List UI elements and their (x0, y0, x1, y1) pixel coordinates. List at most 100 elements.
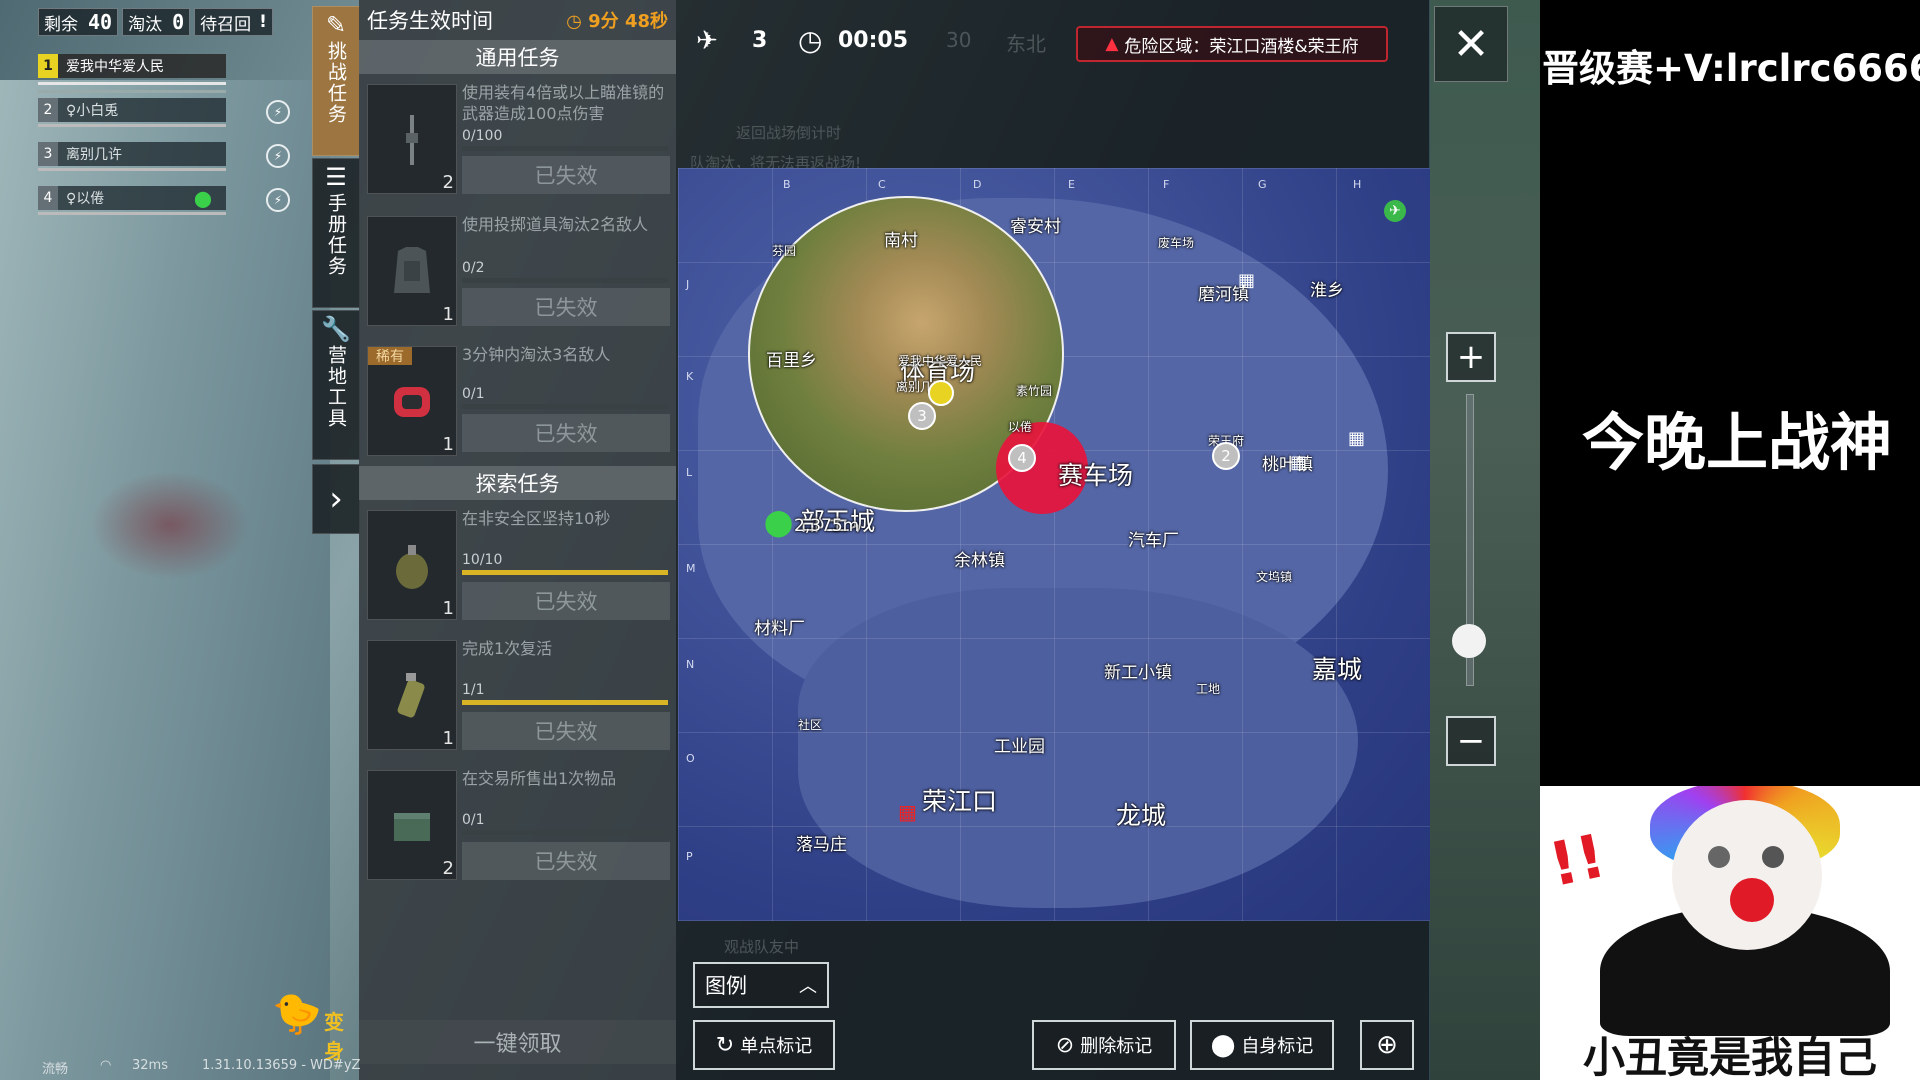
recall-label: 待召回 (200, 14, 252, 35)
zoom-slider-handle[interactable] (1452, 623, 1486, 658)
danger-zone-banner: ▲ 危险区域：荣江口酒楼&荣王府 (1076, 26, 1388, 62)
edit-icon: ✎ (325, 11, 347, 39)
teammate-marker: 2 (1212, 442, 1240, 470)
refresh-icon: ↻ (715, 1032, 735, 1058)
map-place-label: 荣江口 (922, 787, 998, 816)
delete-mark-button[interactable]: ⊘ 删除标记 (1032, 1020, 1176, 1070)
transform-button[interactable]: 🐤 变身 (272, 986, 362, 1063)
map-col-label: E (1068, 178, 1075, 191)
plane-count: 3 (752, 28, 768, 53)
zoom-out-button[interactable]: − (1446, 716, 1496, 766)
claim-all-button[interactable]: 一键领取 (359, 1020, 676, 1064)
remaining-label: 剩余 (44, 14, 78, 35)
mission-progress-bar (462, 278, 668, 283)
rare-badge: 稀有 (368, 347, 412, 365)
remaining-count: 40 (88, 10, 113, 34)
single-mark-button[interactable]: ↻ 单点标记 (693, 1020, 835, 1070)
general-missions-header: 通用任务 (359, 40, 676, 74)
map-place-label: 工业园 (994, 737, 1045, 757)
lightning-icon[interactable]: ⚡ (266, 144, 290, 168)
mission-progress: 0/1 (462, 812, 485, 828)
map-row-label: M (686, 562, 696, 575)
map-place-label: 淮乡 (1310, 281, 1344, 301)
team-member-3[interactable]: 3 离别几许 (38, 142, 226, 166)
recall-box[interactable]: 待召回 ! (194, 8, 273, 36)
mission-desc: 使用投掷道具淘汰2名敌人 (462, 215, 649, 234)
map-place-label: 嘉城 (1312, 655, 1363, 684)
mission-panel: 任务生效时间 ◷ 9分 48秒 通用任务 2 使用装有4倍或以上瞄准镜的武器造成… (359, 0, 676, 1080)
mission-progress-bar (462, 700, 668, 705)
map-place-label: 社区 (798, 718, 823, 732)
mission-claim-button[interactable]: 已失效 (462, 156, 670, 194)
map-col-label: G (1258, 178, 1267, 191)
self-mark-button[interactable]: ⬤ 自身标记 (1190, 1020, 1334, 1070)
collapse-panel-button[interactable]: › (312, 464, 360, 534)
team-member-4[interactable]: 4 ♀以倦 ⬤ (38, 186, 226, 210)
map-place-label: 南村 (884, 231, 918, 251)
waypoint-pin-icon[interactable]: ⬤ (764, 508, 793, 538)
mission-progress: 0/100 (462, 128, 503, 144)
map-place-label: 文坞镇 (1256, 570, 1293, 584)
mission-thumb: 1 (367, 216, 457, 326)
member-index: 1 (38, 54, 58, 78)
tab-challenge-missions[interactable]: ✎ 挑战任务 (312, 6, 360, 156)
lightning-icon[interactable]: ⚡ (266, 188, 290, 212)
mission-claim-button[interactable]: 已失效 (462, 712, 670, 750)
meme-face (1672, 800, 1822, 950)
map-row-label: J (686, 278, 690, 291)
explore-missions-header: 探索任务 (359, 466, 676, 500)
map-place-label: 素竹园 (1016, 384, 1053, 398)
tab-handbook-missions[interactable]: ☰ 手册任务 (312, 158, 360, 308)
map-col-label: H (1353, 178, 1362, 191)
team-member-2[interactable]: 2 ♀小白兎 (38, 98, 226, 122)
mission-progress: 10/10 (462, 552, 503, 568)
legend-button[interactable]: 图例 ︿ (693, 962, 829, 1008)
member-4-health-bar (38, 212, 226, 215)
mission-desc: 完成1次复活 (462, 639, 553, 658)
ping: 32ms (132, 1058, 168, 1073)
member-1-armor-bar (38, 90, 226, 93)
zoom-in-button[interactable]: + (1446, 332, 1496, 382)
mission-claim-button[interactable]: 已失效 (462, 414, 670, 452)
mission-claim-button[interactable]: 已失效 (462, 582, 670, 620)
map-col-label: F (1163, 178, 1170, 191)
mission-thumb: 1 (367, 510, 457, 620)
map-place-label: 工地 (1196, 682, 1221, 696)
chevron-up-icon: ︿ (799, 976, 817, 997)
eliminated-box: 淘汰 0 (122, 8, 191, 36)
team-member-1[interactable]: 1 爱我中华爱人民 (38, 54, 226, 78)
map-row-label: O (686, 752, 695, 765)
version: 1.31.10.13659 - WD#yZ (202, 1058, 361, 1073)
mission-header-title: 任务生效时间 (367, 9, 493, 33)
lightning-icon[interactable]: ⚡ (266, 100, 290, 124)
member-name: ♀小白兎 (66, 103, 119, 119)
map-row-label: K (686, 370, 694, 383)
mission-claim-button[interactable]: 已失效 (462, 288, 670, 326)
tab-label: 挑战任务 (325, 41, 347, 125)
map-place-label: 芬园 (772, 244, 797, 258)
map-place-label: 以倦 (1008, 420, 1033, 434)
mission-desc: 3分钟内淘汰3名敌人 (462, 345, 611, 364)
mission-item: 1 完成1次复活 1/1 已失效 (359, 634, 676, 754)
grenade-icon (396, 545, 428, 589)
map-col-label: C (878, 178, 886, 191)
map-place-label: 爱我中华爱人民 (898, 354, 983, 368)
mission-claim-button[interactable]: 已失效 (462, 842, 670, 880)
mission-item: 1 在非安全区坚持10秒 10/10 已失效 (359, 504, 676, 624)
vest-icon (394, 247, 430, 293)
eliminated-label: 淘汰 (128, 14, 163, 35)
compass-degree: 30 (946, 28, 972, 52)
mission-item: 2 使用装有4倍或以上瞄准镜的武器造成100点伤害 0/100 已失效 (359, 78, 676, 198)
danger-building-icon: ▦ (898, 800, 917, 824)
observe-status: 观战队友中 (724, 938, 800, 956)
tab-label: 手册任务 (325, 193, 347, 277)
tab-label: 营地工具 (325, 345, 347, 429)
list-icon: ☰ (325, 163, 347, 191)
map-place-label: 百里乡 (766, 351, 817, 371)
map-col-label: B (783, 178, 791, 191)
close-map-button[interactable]: ✕ (1434, 6, 1508, 82)
tab-camp-tools[interactable]: 🔧 营地工具 (312, 310, 360, 460)
mission-count: 2 (442, 172, 454, 193)
locate-self-button[interactable]: ⊕ (1360, 1020, 1414, 1070)
close-icon: ✕ (1452, 18, 1490, 70)
